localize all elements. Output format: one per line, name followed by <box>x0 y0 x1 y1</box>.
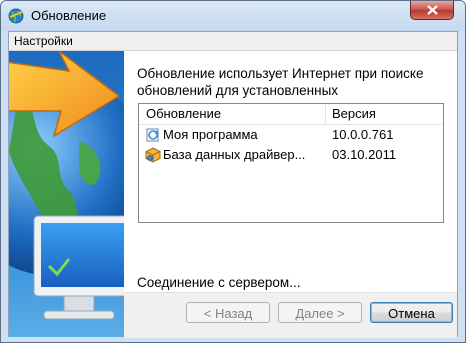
wizard-button-bar: < Назад Далее > Отмена <box>124 292 457 338</box>
driver-database-icon <box>145 147 161 163</box>
wizard-content-panel: Обновление использует Интернет при поиск… <box>124 51 457 292</box>
update-version: 10.0.0.761 <box>332 127 394 142</box>
menu-bar: Настройки <box>9 32 457 51</box>
update-version: 03.10.2011 <box>332 147 397 162</box>
title-bar[interactable]: Обновление <box>1 1 465 31</box>
program-update-icon <box>146 128 159 142</box>
close-button[interactable] <box>410 1 454 20</box>
next-button[interactable]: Далее > <box>278 302 362 323</box>
column-header-update[interactable]: Обновление <box>146 106 221 121</box>
column-header-version[interactable]: Версия <box>332 106 376 121</box>
description-text: Обновление использует Интернет при поиск… <box>137 66 424 98</box>
update-name: Моя программа <box>163 127 258 142</box>
update-name: База данных драйвер... <box>163 147 306 162</box>
updates-list[interactable]: Обновление Версия Моя программа 10.0.0.7… <box>138 103 444 223</box>
column-divider[interactable] <box>325 104 326 124</box>
update-window: Обновление Настройки Обновление использу… <box>0 0 466 343</box>
list-item[interactable]: База данных драйвер... 03.10.2011 <box>139 145 443 165</box>
connection-status-text: Соединение с сервером... <box>137 275 301 290</box>
menu-item-settings[interactable]: Настройки <box>14 34 73 48</box>
back-button[interactable]: < Назад <box>186 302 270 323</box>
list-header: Обновление Версия <box>139 104 443 125</box>
window-title: Обновление <box>31 8 107 23</box>
close-icon <box>427 5 438 15</box>
cancel-button[interactable]: Отмена <box>370 302 453 323</box>
list-item[interactable]: Моя программа 10.0.0.761 <box>139 125 443 145</box>
window-client: Настройки Обновление использует Интернет… <box>8 31 458 338</box>
globe-monitor-illustration <box>9 51 124 320</box>
wizard-banner-image <box>9 51 124 337</box>
globe-app-icon <box>8 8 24 24</box>
